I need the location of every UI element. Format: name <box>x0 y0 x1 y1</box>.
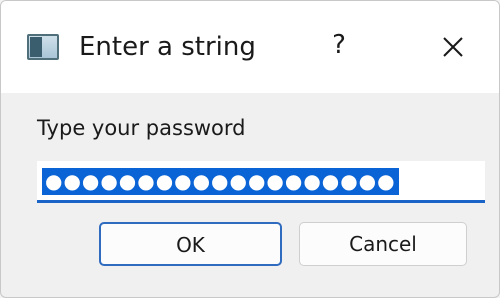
app-window-icon <box>27 34 59 60</box>
cancel-button[interactable]: Cancel <box>299 222 467 266</box>
ok-button[interactable]: OK <box>99 222 282 266</box>
app-icon-panel <box>30 37 42 57</box>
password-input[interactable]: ●●●●●●●●●●●●●●●●●●● <box>37 161 485 203</box>
title-bar: Enter a string ? <box>1 1 499 93</box>
input-dialog: Enter a string ? Type your password ●●●●… <box>0 0 500 298</box>
help-button[interactable]: ? <box>319 25 359 65</box>
close-icon <box>443 37 463 57</box>
prompt-label: Type your password <box>37 116 246 140</box>
close-button[interactable] <box>431 25 475 69</box>
window-title: Enter a string <box>79 32 256 62</box>
password-selected-text: ●●●●●●●●●●●●●●●●●●● <box>42 168 399 195</box>
